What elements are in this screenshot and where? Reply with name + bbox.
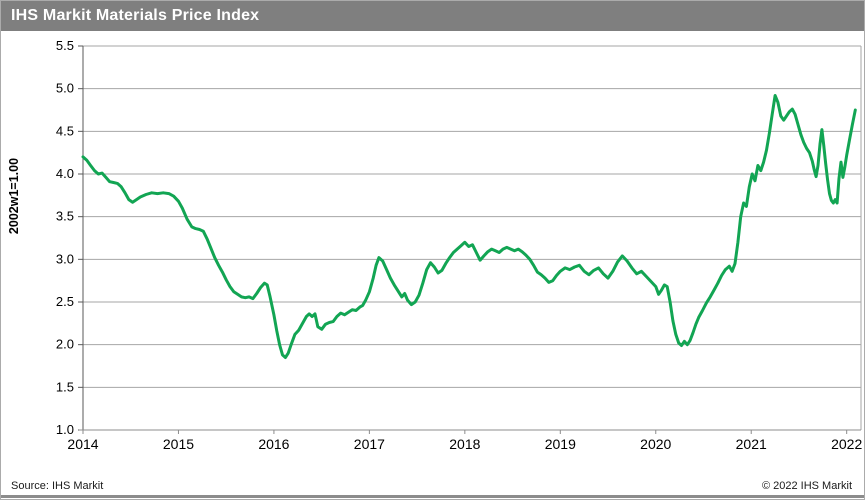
source-note: Source: IHS Markit — [11, 480, 104, 492]
x-tick-label: 2016 — [258, 436, 289, 452]
x-tick-label: 2017 — [354, 436, 385, 452]
page-title: IHS Markit Materials Price Index — [11, 7, 260, 24]
y-tick-label: 2.5 — [56, 294, 74, 309]
y-axis-title: 2002w1=1.00 — [7, 158, 21, 234]
y-tick-label: 3.0 — [56, 251, 74, 266]
footer-divider-bar — [1, 495, 864, 498]
copyright-note: © 2022 IHS Markit — [761, 480, 852, 492]
x-tick-label: 2019 — [545, 436, 576, 452]
x-tick-label: 2015 — [163, 436, 194, 452]
y-tick-label: 1.5 — [56, 379, 74, 394]
y-tick-label: 5.5 — [56, 38, 74, 53]
x-tick-label: 2022 — [831, 436, 862, 452]
price-index-line-chart: 5.5 5.0 4.5 4.0 3.5 3.0 2.5 2.0 1.5 1.02014 2015 20… — [7, 38, 862, 452]
y-tick-label: 4.5 — [56, 123, 74, 138]
x-tick-label: 2021 — [736, 436, 767, 452]
x-tick-label: 2014 — [67, 436, 98, 452]
y-tick-label: 5.0 — [56, 81, 74, 96]
y-tick-label: 2.0 — [56, 337, 74, 352]
chart-area: 5.5 5.0 4.5 4.0 3.5 3.0 2.5 2.0 1.5 1.0 2014 2015 20… — [1, 31, 864, 476]
title-bar: IHS Markit Materials Price Index — [1, 1, 864, 31]
y-tick-label: 3.5 — [56, 209, 74, 224]
chart-window: IHS Markit Materials Price Index 5.5 5.0 4… — [0, 0, 865, 500]
x-tick-label: 2018 — [449, 436, 480, 452]
materials-price-index-series — [81, 94, 857, 359]
y-tick-label: 4.0 — [56, 166, 74, 181]
x-tick-label: 2020 — [640, 436, 671, 452]
y-tick-label: 1.0 — [56, 422, 74, 437]
